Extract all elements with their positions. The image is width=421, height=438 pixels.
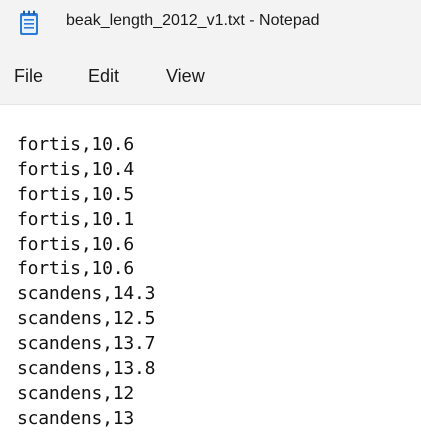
editor-line: scandens,14.3 — [17, 283, 156, 305]
editor-line: fortis,10.5 — [17, 183, 135, 205]
editor-line: fortis,10.4 — [17, 158, 135, 180]
editor-line: scandens,13 — [17, 407, 135, 429]
editor-line: fortis,10.6 — [17, 258, 135, 280]
editor-line: scandens,12 — [17, 382, 135, 404]
menu-bar: File Edit View — [0, 46, 421, 104]
menu-file[interactable]: File — [14, 66, 43, 87]
editor-lines: fortis,10.6 fortis,10.4 fortis,10.5 fort… — [17, 133, 155, 432]
editor-line: scandens,13.8 — [17, 358, 156, 380]
title-bar: beak_length_2012_v1.txt - Notepad — [0, 0, 421, 46]
text-editor[interactable]: fortis,10.6 fortis,10.4 fortis,10.5 fort… — [0, 104, 421, 438]
editor-line: fortis,10.1 — [17, 208, 135, 230]
menu-edit[interactable]: Edit — [88, 66, 119, 87]
editor-line: scandens,13.7 — [17, 333, 156, 355]
editor-line: fortis,10.6 — [17, 233, 135, 255]
editor-line: scandens,12.5 — [17, 308, 156, 330]
editor-line: fortis,10.6 — [17, 134, 135, 155]
window-title: beak_length_2012_v1.txt - Notepad — [66, 12, 320, 29]
notepad-icon[interactable] — [18, 10, 40, 36]
menu-view[interactable]: View — [166, 66, 205, 87]
